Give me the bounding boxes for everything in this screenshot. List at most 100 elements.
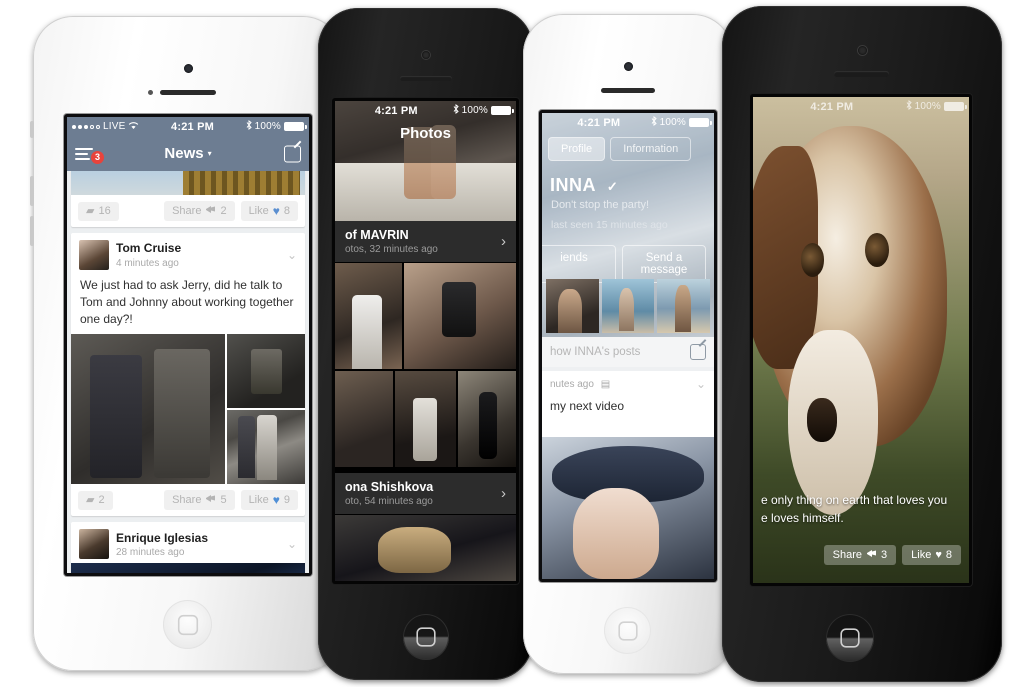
post-photo-grid[interactable] bbox=[71, 334, 305, 485]
share-button[interactable]: Share 3 bbox=[823, 545, 897, 565]
status-time: 4:21 PM bbox=[810, 100, 854, 113]
avatar[interactable] bbox=[79, 529, 109, 560]
post-photo-thumb[interactable] bbox=[227, 334, 305, 409]
home-button[interactable] bbox=[402, 614, 449, 660]
share-button[interactable]: Share 5 bbox=[164, 490, 235, 511]
post-photo[interactable] bbox=[71, 171, 305, 195]
chevron-down-icon[interactable]: ⌄ bbox=[287, 537, 297, 551]
post-header[interactable]: Enrique Iglesias 28 minutes ago ⌄ bbox=[71, 522, 305, 563]
profile-name-text: INNA bbox=[550, 175, 596, 195]
friends-button[interactable]: iends bbox=[542, 245, 616, 283]
phone-profile: 4:21 PM 100% Profile Information INNA ✓ … bbox=[523, 14, 733, 674]
battery-icon bbox=[491, 106, 514, 115]
compose-icon[interactable] bbox=[284, 145, 301, 162]
post-composer[interactable]: how INNA's posts bbox=[542, 337, 714, 367]
home-button[interactable] bbox=[163, 600, 212, 649]
photo-large-shishkova[interactable] bbox=[335, 515, 516, 581]
photo-grid-row-1[interactable] bbox=[335, 263, 516, 369]
dog-eye bbox=[800, 242, 825, 277]
post-author-block: Enrique Iglesias 28 minutes ago bbox=[116, 531, 208, 558]
photo-thumb[interactable] bbox=[458, 371, 516, 467]
dog-caption: e only thing on earth that loves you e l… bbox=[761, 492, 961, 527]
album-subtitle: otos, 32 minutes ago bbox=[345, 244, 438, 255]
photo-thumb[interactable] bbox=[335, 263, 402, 369]
earpiece-speaker bbox=[160, 90, 216, 95]
avatar[interactable] bbox=[79, 240, 109, 270]
news-feed[interactable]: ▰ 16 Share 2 Like ♥ 8 Tom Cruise 4 minut… bbox=[67, 171, 309, 573]
photo-grid-col bbox=[335, 263, 402, 369]
post-time: 4 minutes ago bbox=[116, 257, 179, 269]
post-photo-main[interactable] bbox=[71, 334, 226, 485]
photo-grid-row-2[interactable] bbox=[335, 371, 516, 467]
post-header[interactable]: Tom Cruise 4 minutes ago ⌄ bbox=[71, 233, 305, 274]
front-camera-icon bbox=[624, 62, 633, 71]
photo-grid-col bbox=[403, 263, 516, 369]
post-actions: ▰ 2 Share 5 Like ♥ 9 bbox=[71, 484, 305, 516]
signal-strength-icon bbox=[72, 124, 100, 129]
share-button[interactable]: Share 2 bbox=[164, 201, 235, 221]
chevron-right-icon: › bbox=[501, 485, 506, 502]
post-author-block: Tom Cruise 4 minutes ago bbox=[116, 241, 181, 268]
chevron-down-icon[interactable]: ⌄ bbox=[696, 377, 706, 391]
like-button[interactable]: Like ♥ 8 bbox=[240, 201, 298, 221]
share-count: 5 bbox=[220, 493, 227, 506]
photo-thumb[interactable] bbox=[394, 371, 457, 467]
like-button[interactable]: Like ♥ 8 bbox=[902, 545, 961, 565]
post-photo-thumb[interactable] bbox=[227, 410, 305, 485]
comment-icon: ▰ bbox=[86, 493, 95, 506]
profile-segmented-control: Profile Information bbox=[548, 137, 692, 161]
news-title-group[interactable]: News ▾ bbox=[164, 145, 211, 162]
mute-switch[interactable] bbox=[30, 121, 34, 138]
photo-thumb[interactable] bbox=[403, 263, 516, 369]
home-button[interactable] bbox=[826, 614, 874, 662]
compose-icon[interactable] bbox=[690, 344, 706, 360]
post-author: Enrique Iglesias bbox=[116, 530, 209, 545]
battery-icon bbox=[689, 118, 712, 127]
like-count: 9 bbox=[283, 493, 290, 506]
profile-photo-strip[interactable] bbox=[546, 279, 711, 333]
volume-up-button[interactable] bbox=[30, 176, 34, 206]
news-navbar: 3 News ▾ bbox=[67, 136, 309, 171]
profile-tagline: Don't stop the party! bbox=[551, 199, 650, 211]
tab-information[interactable]: Information bbox=[610, 137, 692, 161]
volume-down-button[interactable] bbox=[30, 216, 34, 246]
tab-profile[interactable]: Profile bbox=[548, 137, 606, 161]
post-composer-placeholder: how INNA's posts bbox=[550, 346, 641, 358]
post-photo[interactable] bbox=[71, 563, 305, 573]
heart-icon: ♥ bbox=[272, 493, 280, 508]
battery-icon bbox=[944, 102, 967, 111]
photo-thumb[interactable] bbox=[335, 371, 393, 467]
front-camera-icon bbox=[858, 46, 867, 55]
profile-post-photo[interactable] bbox=[542, 437, 714, 579]
front-camera-icon bbox=[184, 64, 193, 73]
dog-photo-view[interactable]: 4:21 PM 100% e only thing on earth that … bbox=[753, 97, 969, 583]
status-left: LIVE bbox=[67, 121, 139, 133]
profile-photo-thumb[interactable] bbox=[546, 279, 599, 333]
screen-bezel: 4:21 PM 100% e only thing on earth that … bbox=[750, 94, 972, 586]
front-camera-icon bbox=[421, 51, 430, 59]
profile-photo-thumb[interactable] bbox=[657, 279, 711, 333]
send-message-button[interactable]: Send a message bbox=[622, 245, 706, 283]
menu-icon[interactable]: 3 bbox=[75, 145, 104, 164]
bluetooth-icon bbox=[246, 120, 252, 133]
profile-photo-thumb[interactable] bbox=[601, 279, 655, 333]
post-actions: ▰ 16 Share 2 Like ♥ 8 bbox=[71, 195, 305, 227]
album-row-shishkova[interactable]: ona Shishkova oto, 54 minutes ago › bbox=[335, 473, 516, 514]
album-row-mavrin[interactable]: of MAVRIN otos, 32 minutes ago › bbox=[335, 221, 516, 262]
chevron-down-icon[interactable]: ⌄ bbox=[287, 248, 297, 262]
like-button[interactable]: Like ♥ 9 bbox=[240, 490, 298, 511]
album-text-block: ona Shishkova oto, 54 minutes ago bbox=[345, 480, 433, 507]
phone-news: LIVE 4:21 PM 100% 3 News ▾ ▰ 16 Share 2 … bbox=[30, 16, 343, 671]
status-bar: 4:21 PM 100% bbox=[335, 101, 516, 120]
comments-button[interactable]: ▰ 2 bbox=[78, 490, 113, 510]
wifi-icon bbox=[128, 121, 139, 133]
battery-percent: 100% bbox=[914, 101, 941, 112]
photo-grid-col bbox=[394, 371, 457, 467]
phones-scene: LIVE 4:21 PM 100% 3 News ▾ ▰ 16 Share 2 … bbox=[0, 0, 1024, 687]
page-title: News bbox=[164, 145, 204, 162]
profile-post-time-text: nutes ago bbox=[550, 378, 594, 390]
comments-button[interactable]: ▰ 16 bbox=[78, 201, 119, 221]
home-button[interactable] bbox=[604, 607, 651, 654]
dog-nose bbox=[807, 398, 838, 443]
share-label: Share bbox=[172, 493, 202, 506]
